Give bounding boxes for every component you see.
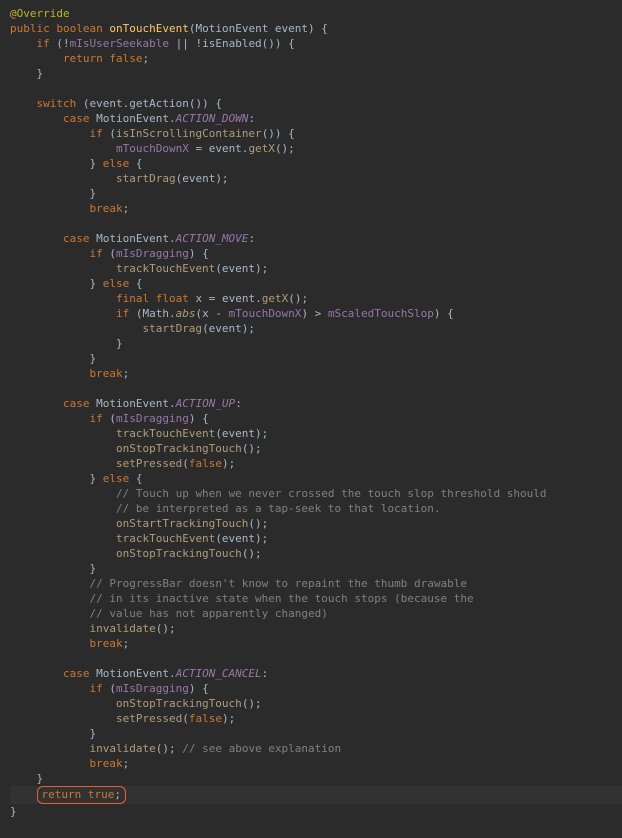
call: isInScrollingContainer (116, 127, 262, 140)
const-action-cancel: ACTION_CANCEL (176, 667, 262, 680)
kw-return: return (63, 52, 109, 65)
kw-boolean: boolean (56, 22, 102, 35)
kw-case: case (63, 112, 90, 125)
kw-if: if (37, 37, 50, 50)
const-action-down: ACTION_DOWN (176, 112, 249, 125)
field: mIsUserSeekable (70, 37, 169, 50)
highlighted-box: return true; (37, 786, 126, 804)
params: (MotionEvent event) { (189, 22, 328, 35)
kw-break: break (89, 202, 122, 215)
method-name: onTouchEvent (109, 22, 188, 35)
const-action-move: ACTION_MOVE (176, 232, 249, 245)
kw-switch: switch (37, 97, 77, 110)
code-editor[interactable]: @Override public boolean onTouchEvent(Mo… (0, 0, 622, 825)
comment: // Touch up when we never crossed the to… (116, 487, 546, 500)
kw-public: public (10, 22, 50, 35)
annotation: @Override (10, 7, 70, 20)
highlighted-line: return true; (10, 786, 622, 804)
const-action-up: ACTION_UP (176, 397, 236, 410)
